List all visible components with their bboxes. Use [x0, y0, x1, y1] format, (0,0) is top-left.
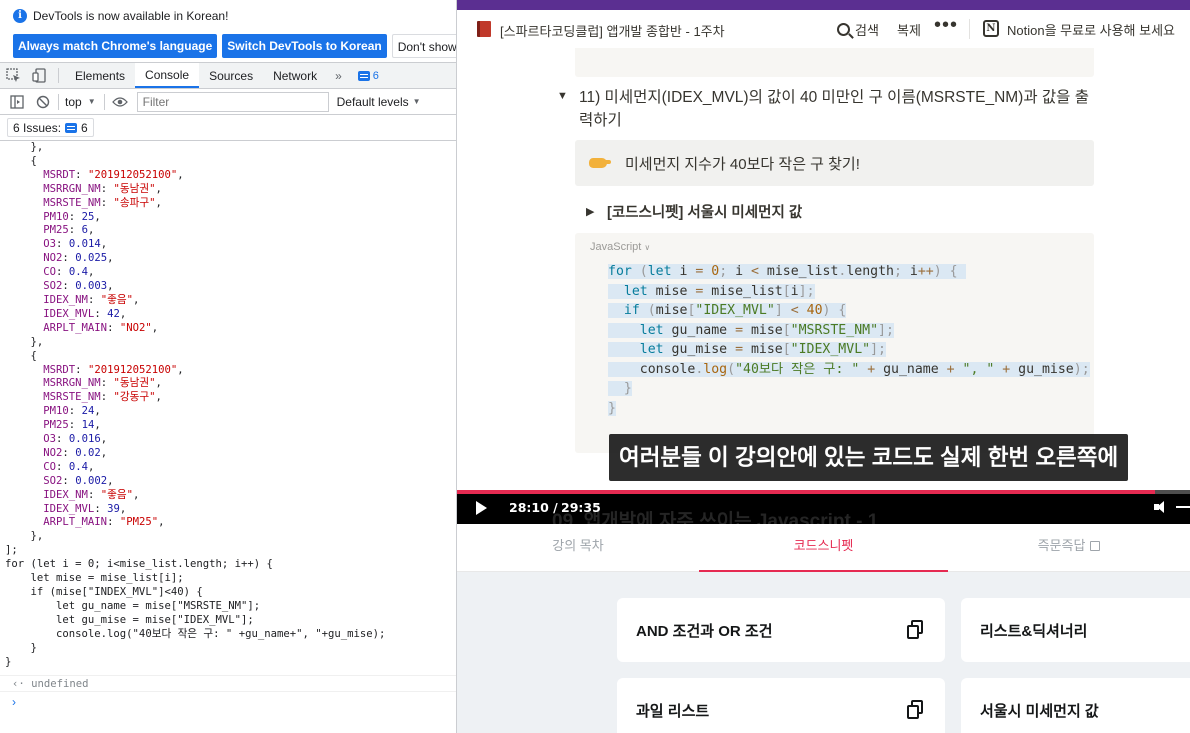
- toggle-closed-icon[interactable]: ▶: [586, 205, 594, 218]
- topbar-divider: [969, 19, 970, 39]
- toolbar-divider: [58, 68, 59, 83]
- notion-logo-icon: N: [983, 20, 999, 37]
- question-heading: 11) 미세먼지(IDEX_MVL)의 값이 40 미만인 구 이름(MSRST…: [579, 89, 1089, 129]
- devtools-tabbar: Elements Console Sources Network » 6: [0, 62, 456, 89]
- snippet-card[interactable]: 과일 리스트: [617, 678, 945, 733]
- notion-content: ▼ 11) 미세먼지(IDEX_MVL)의 값이 40 미만인 구 이름(MSR…: [457, 48, 1190, 490]
- console-filter-input[interactable]: [136, 91, 329, 112]
- callout-block: 미세먼지 지수가 40보다 작은 구 찾기!: [575, 140, 1094, 186]
- sidebar-toggle-icon[interactable]: [4, 91, 30, 113]
- undefined-text: undefined: [31, 678, 89, 690]
- snippet-title: 서울시 미세먼지 값: [980, 702, 1099, 720]
- try-notion-link[interactable]: Notion을 무료로 사용해 보세요: [1007, 20, 1175, 39]
- video-controls: 09. 앱개발에 자주 쓰이는 Javascript - 1 28:10 / 2…: [457, 490, 1190, 532]
- duplicate-button[interactable]: 복제: [897, 20, 921, 39]
- tab-console[interactable]: Console: [135, 63, 200, 88]
- tab-qa[interactable]: 즉문즉답: [948, 524, 1190, 572]
- filter-divider: [103, 93, 105, 110]
- volume-slider[interactable]: [1176, 506, 1190, 508]
- filter-divider: [58, 93, 59, 110]
- play-icon[interactable]: [476, 501, 487, 515]
- snippet-title: AND 조건과 OR 조건: [636, 622, 773, 640]
- log-levels-select[interactable]: Default levels ▼: [337, 95, 421, 109]
- live-expression-eye-icon[interactable]: [107, 91, 133, 113]
- book-icon: [477, 21, 491, 37]
- lesson-tabs: 강의 목차 코드스니펫 즉문즉답: [457, 524, 1190, 572]
- page-title[interactable]: [스파르타코딩클럽] 앱개발 종합반 - 1주차: [500, 21, 725, 40]
- console-log-object: }, { MSRDT: "201912052100", MSRRGN_NM: "…: [5, 141, 386, 668]
- console-prompt[interactable]: ›: [0, 691, 456, 711]
- snippet-title: 과일 리스트: [636, 702, 710, 720]
- switch-devtools-korean-button[interactable]: Switch DevTools to Korean: [222, 34, 387, 58]
- volume-icon[interactable]: [1154, 501, 1168, 513]
- search-icon: [837, 23, 850, 36]
- issues-label: 6 Issues:: [13, 120, 62, 135]
- search-button[interactable]: 검색: [837, 20, 879, 39]
- current-time: 28:10 /: [509, 500, 558, 515]
- context-select[interactable]: top ▼: [61, 95, 102, 109]
- notion-page: [스파르타코딩클럽] 앱개발 종합반 - 1주차 검색 복제 ••• N Not…: [457, 0, 1190, 733]
- issues-badge-count: 6: [372, 69, 379, 82]
- code-content: for (let i = 0; i < mise_list.length; i+…: [608, 264, 1090, 416]
- tab-elements[interactable]: Elements: [65, 63, 135, 88]
- snippet-card[interactable]: 서울시 미세먼지 값: [961, 678, 1190, 733]
- language-buttons: Always match Chrome's language Switch De…: [0, 34, 456, 60]
- notion-topbar: [스파르타코딩클럽] 앱개발 종합반 - 1주차 검색 복제 ••• N Not…: [457, 10, 1190, 48]
- log-levels-label: Default levels: [336, 94, 409, 109]
- return-arrow-icon: ‹·: [12, 678, 25, 690]
- callout-text: 미세먼지 지수가 40보다 작은 구 찾기!: [625, 155, 860, 173]
- more-options-icon[interactable]: •••: [934, 14, 958, 37]
- issues-bar: 6 Issues: 6: [0, 115, 456, 141]
- search-label: 검색: [855, 23, 879, 38]
- tab-sources[interactable]: Sources: [199, 63, 263, 88]
- code-block[interactable]: JavaScript ∨ for (let i = 0; i < mise_li…: [575, 233, 1094, 453]
- dropdown-arrow-icon: ▼: [412, 97, 421, 106]
- console-filterbar: top ▼ Default levels ▼: [0, 89, 456, 115]
- issues-badge[interactable]: 6: [357, 63, 379, 88]
- chevron-down-icon: ∨: [644, 243, 651, 252]
- entry-1: MSRDT: "201912052100", MSRRGN_NM: "동남권",…: [43, 363, 184, 529]
- devtools-panel: i DevTools is now available in Korean! A…: [0, 0, 457, 733]
- copy-icon[interactable]: [907, 700, 923, 719]
- info-icon: i: [13, 9, 27, 23]
- video-progress-fill: [457, 490, 1155, 494]
- video-progress-bar[interactable]: [457, 490, 1190, 494]
- snippet-toggle-label[interactable]: [코드스니펫] 서울시 미세먼지 값: [607, 201, 802, 222]
- console-output[interactable]: }, { MSRDT: "201912052100", MSRRGN_NM: "…: [0, 141, 456, 733]
- snippet-title: 리스트&딕셔너리: [980, 622, 1088, 640]
- external-link-icon: [1090, 541, 1101, 551]
- entry-0: MSRDT: "201912052100", MSRRGN_NM: "동남권",…: [43, 168, 184, 334]
- copy-icon[interactable]: [907, 620, 923, 639]
- prompt-chevron-icon: ›: [12, 695, 16, 709]
- code-language-select[interactable]: JavaScript ∨: [590, 241, 650, 253]
- tab-snippets[interactable]: 코드스니펫: [699, 524, 948, 572]
- clear-console-icon[interactable]: [30, 91, 56, 113]
- device-toolbar-icon[interactable]: [26, 63, 52, 88]
- dont-show-again-button[interactable]: Don't show agai: [391, 34, 456, 58]
- top-accent-strip: [457, 0, 1190, 10]
- korean-notice-bar: i DevTools is now available in Korean!: [0, 0, 456, 34]
- context-value: top: [65, 94, 82, 109]
- tab-toc[interactable]: 강의 목차: [457, 524, 699, 572]
- message-icon: [65, 122, 78, 133]
- issues-count: 6: [81, 120, 88, 135]
- match-chrome-language-button[interactable]: Always match Chrome's language: [13, 34, 218, 58]
- tab-network[interactable]: Network: [263, 63, 327, 88]
- notice-text: DevTools is now available in Korean!: [33, 9, 229, 23]
- video-subtitle: 여러분들 이 강의안에 있는 코드도 실제 한번 오른쪽에: [609, 434, 1129, 481]
- toggle-open-icon[interactable]: ▼: [557, 90, 568, 102]
- previous-code-block: [575, 48, 1094, 77]
- loop-code: for (let i = 0; i<mise_list.length; i++)…: [5, 558, 386, 668]
- snippet-list: AND 조건과 OR 조건 리스트&딕셔너리 과일 리스트 서울시 미세먼지 값: [457, 572, 1190, 733]
- snippet-card[interactable]: 리스트&딕셔너리: [961, 598, 1190, 662]
- issues-chip[interactable]: 6 Issues: 6: [7, 118, 94, 137]
- pointing-hand-icon: [589, 155, 611, 171]
- snippet-card[interactable]: AND 조건과 OR 조건: [617, 598, 945, 662]
- more-tabs-button[interactable]: »: [327, 63, 350, 88]
- inspect-element-icon[interactable]: [0, 63, 26, 88]
- message-icon: [357, 70, 370, 81]
- console-return-value: ‹· undefined: [0, 675, 456, 691]
- duration: 29:35: [561, 500, 601, 515]
- dropdown-arrow-icon: ▼: [87, 97, 96, 106]
